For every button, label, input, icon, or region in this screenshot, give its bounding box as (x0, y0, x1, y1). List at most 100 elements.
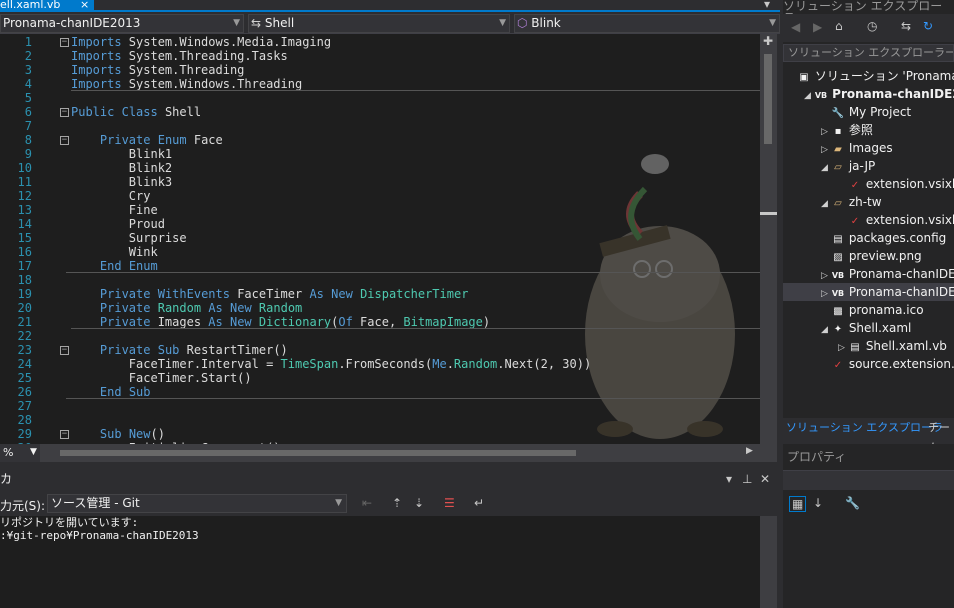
class-dropdown-value: Shell (264, 16, 295, 30)
tree-node[interactable]: ◢ ▱ zh-tw (783, 193, 954, 211)
member-icon: ⬡ (517, 16, 532, 30)
vertical-scroll-thumb[interactable] (764, 54, 772, 144)
tab-shell-xaml-vb[interactable]: ell.xaml.vb × (0, 0, 94, 12)
next-message-icon[interactable]: ⇣ (414, 496, 424, 510)
tree-node-label: extension.vsixla (862, 213, 954, 227)
solution-search-placeholder: ソリューション エクスプローラー の検索 (788, 46, 954, 59)
code-line: Imports System.Windows.Threading (71, 77, 303, 91)
scroll-right-icon[interactable]: ▶ (746, 446, 753, 456)
manifest-icon: ✓ (833, 360, 843, 371)
tree-node-label: ja-JP (845, 159, 876, 173)
find-message-icon[interactable]: ⇤ (362, 496, 372, 510)
horizontal-scroll-thumb[interactable] (60, 450, 576, 456)
collapse-icon[interactable]: − (60, 136, 69, 145)
member-dropdown[interactable]: ⬡ Blink ▼ (514, 14, 780, 33)
line-number: 6 (24, 105, 32, 119)
tree-node[interactable]: ▨ preview.png (783, 247, 954, 265)
line-number: 9 (24, 147, 32, 161)
split-icon[interactable]: ✚ (763, 34, 773, 48)
code-line: Surprise (71, 231, 187, 245)
tree-node-label: My Project (845, 105, 912, 119)
line-number: 20 (17, 301, 32, 315)
method-separator (66, 272, 760, 273)
categorized-icon[interactable]: ▦ (789, 496, 807, 512)
tree-node[interactable]: ▷ ▪ 参照 (783, 121, 954, 139)
home-icon[interactable]: ⌂ (835, 19, 843, 33)
close-icon[interactable]: × (80, 0, 89, 10)
tree-node[interactable]: ◢VB Pronama-chanIDE2013 (783, 85, 954, 103)
tree-node-label: Shell.xaml (845, 321, 912, 335)
sync-icon[interactable]: ⇆ (901, 19, 911, 33)
tree-node[interactable]: ◢ ✦ Shell.xaml (783, 319, 954, 337)
output-line: :¥git-repo¥Pronama-chanIDE2013 (0, 529, 199, 542)
alphabetical-icon[interactable]: ↓ (813, 496, 823, 510)
back-icon[interactable]: ◀ (791, 20, 800, 34)
method-separator (71, 328, 760, 329)
line-number: 23 (17, 343, 32, 357)
tree-node[interactable]: ▷ ▤ Shell.xaml.vb (783, 337, 954, 355)
tree-node-label: packages.config (845, 231, 947, 245)
pin-icon[interactable]: ⊥ (742, 470, 752, 488)
history-icon[interactable]: ◷ (867, 19, 877, 33)
word-wrap-icon[interactable]: ↵ (474, 496, 484, 510)
output-scrollbar[interactable] (760, 516, 777, 608)
line-number-gutter: 1 2 3 4 5 6 7 8 9 10 11 12 13 14 15 16 17 18 19 20 21 22 23 24 2… (0, 34, 40, 444)
tree-node-label: zh-tw (845, 195, 882, 209)
tree-node[interactable]: ✓ extension.vsixla (783, 211, 954, 229)
code-line: Wink (71, 245, 158, 259)
tree-node[interactable]: 🔧 My Project (783, 103, 954, 121)
line-number: 10 (17, 161, 32, 175)
tree-node[interactable]: ▷ VB Pronama-chanIDE2 (783, 283, 954, 301)
class-dropdown[interactable]: ⇆ Shell ▼ (248, 14, 510, 33)
collapse-icon[interactable]: − (60, 108, 69, 117)
refresh-icon[interactable]: ↻ (923, 19, 933, 33)
solution-explorer-title: ソリューション エクスプローラー (783, 0, 943, 24)
method-separator (66, 398, 760, 399)
line-number: 15 (17, 231, 32, 245)
clear-all-icon[interactable]: ☰ (444, 496, 455, 510)
tree-node[interactable]: ▤ packages.config (783, 229, 954, 247)
close-icon[interactable]: ✕ (760, 470, 770, 488)
code-line: Fine (71, 203, 158, 217)
dropdown-icon[interactable]: ▾ (726, 470, 732, 488)
line-number: 19 (17, 287, 32, 301)
horizontal-scrollbar[interactable]: % ▼ ▶ (0, 444, 777, 462)
output-text-area[interactable]: リポジトリを開いています: :¥git-repo¥Pronama-chanIDE… (0, 516, 777, 608)
chevron-down-icon: ▼ (233, 18, 240, 28)
project-dropdown-value: Pronama-chanIDE2013 (3, 16, 141, 30)
project-dropdown[interactable]: Pronama-chanIDE2013 ▼ (0, 14, 244, 33)
member-dropdown-value: Blink (531, 16, 561, 30)
solution-search-input[interactable]: ソリューション エクスプローラー の検索 (783, 44, 954, 62)
navigation-bar: Pronama-chanIDE2013 ▼ ⇆ Shell ▼ ⬡ Blink ▼ (0, 13, 780, 34)
line-number: 29 (17, 427, 32, 441)
tree-node[interactable]: ▷ VB Pronama-chanIDE2 (783, 265, 954, 283)
collapse-icon[interactable]: − (60, 38, 69, 47)
chevron-down-icon: ▼ (499, 18, 506, 28)
properties-object-dropdown[interactable] (783, 470, 954, 490)
tree-node[interactable]: ▩ pronama.ico (783, 301, 954, 319)
prev-message-icon[interactable]: ⇡ (392, 496, 402, 510)
collapse-icon[interactable]: − (60, 346, 69, 355)
code-line: Blink1 (71, 147, 173, 161)
tree-node-label: Pronama-chanIDE2013 (832, 87, 954, 101)
tree-node[interactable]: ▣ ソリューション 'Pronama-cha (783, 67, 954, 85)
forward-icon[interactable]: ▶ (813, 20, 822, 34)
chevron-down-icon: ▼ (30, 447, 37, 457)
line-number: 27 (17, 399, 32, 413)
property-pages-icon[interactable]: 🔧 (845, 496, 860, 510)
line-number: 14 (17, 217, 32, 231)
zoom-dropdown[interactable]: % ▼ (0, 444, 40, 462)
properties-panel: プロパティ ▦ ↓ 🔧 (783, 444, 954, 608)
tree-node[interactable]: ▷ ▰ Images (783, 139, 954, 157)
tree-node[interactable]: ✓ extension.vsixla (783, 175, 954, 193)
code-line: FaceTimer.Interval = TimeSpan.FromSecond… (71, 357, 592, 371)
tab-overflow-icon[interactable]: ▾ (764, 0, 770, 11)
output-source-dropdown[interactable]: ソース管理 - Git ▼ (47, 494, 347, 513)
collapse-icon[interactable]: − (60, 430, 69, 439)
code-line: End Sub (99, 385, 151, 399)
output-line: リポジトリを開いています: (0, 516, 139, 529)
code-editor[interactable]: 1 2 3 4 5 6 7 8 9 10 11 12 13 14 15 16 17 18 19 20 21 22 23 24 2… (0, 34, 760, 444)
output-source-label: 力元(S): (0, 499, 46, 513)
tree-node[interactable]: ◢ ▱ ja-JP (783, 157, 954, 175)
tree-node[interactable]: ✓ source.extension.vs (783, 355, 954, 373)
